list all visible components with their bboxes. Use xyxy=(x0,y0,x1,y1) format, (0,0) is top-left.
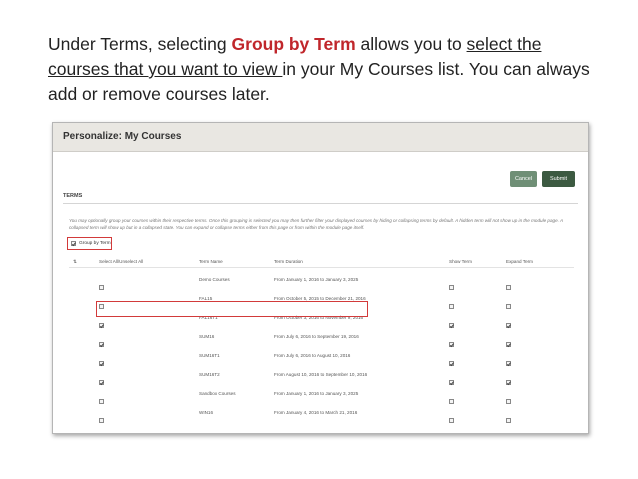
term-name-cell: SUM16T2 xyxy=(199,372,220,377)
group-by-term-highlight: Group by Term xyxy=(67,237,112,250)
term-name-cell: Demo Courses xyxy=(199,277,230,282)
panel-title: Personalize: My Courses xyxy=(63,131,182,142)
terms-description: You may optionally group your courses wi… xyxy=(69,218,563,230)
panel-header: Personalize: My Courses xyxy=(53,123,588,152)
show-term-header: Show Term xyxy=(449,259,472,264)
table-row: SUM16T2 From August 10, 2016 to September… xyxy=(69,366,574,385)
term-name-cell: SUM16 xyxy=(199,334,215,339)
expand-term-header: Expand Term xyxy=(506,259,533,264)
term-name-cell: WIN16 xyxy=(199,410,214,415)
highlighted-row-outline xyxy=(96,301,368,317)
term-name-cell: Sandbox Courses xyxy=(199,391,236,396)
group-by-term-label: Group by Term xyxy=(79,241,111,246)
submit-button[interactable]: Submit xyxy=(542,171,575,187)
caption-pre: Under Terms, selecting xyxy=(48,34,232,54)
term-duration-cell: From January 1, 2016 to January 3, 2025 xyxy=(274,391,359,396)
terms-table-header: ⇅ Select All/Unselect All Term Name Term… xyxy=(69,257,574,268)
select-all-header[interactable]: Select All/Unselect All xyxy=(99,259,143,264)
caption-mid: allows you to xyxy=(355,34,467,54)
personalize-screenshot: Personalize: My Courses Cancel Submit TE… xyxy=(52,122,589,434)
group-by-term-checkbox[interactable] xyxy=(71,241,76,246)
term-duration-header: Term Duration xyxy=(274,259,303,264)
terms-section-label: TERMS xyxy=(63,193,83,199)
term-duration-cell: From January 4, 2016 to March 21, 2016 xyxy=(274,410,358,415)
caption-highlight: Group by Term xyxy=(231,34,356,54)
table-row: SUM16 From July 6, 2016 to September 19, … xyxy=(69,328,574,347)
table-row: Demo Courses From January 1, 2016 to Janu… xyxy=(69,271,574,290)
sort-icon[interactable]: ⇅ xyxy=(73,259,77,265)
select-term-checkbox[interactable] xyxy=(99,418,104,423)
section-divider xyxy=(63,203,578,204)
term-duration-cell: From July 6, 2016 to August 10, 2016 xyxy=(274,353,351,358)
expand-term-checkbox[interactable] xyxy=(506,418,511,423)
show-term-checkbox[interactable] xyxy=(449,418,454,423)
table-row: WIN16 From January 4, 2016 to March 21, 2… xyxy=(69,404,574,423)
term-duration-cell: From July 6, 2016 to September 19, 2016 xyxy=(274,334,359,339)
term-name-cell: SUM16T1 xyxy=(199,353,220,358)
cancel-button[interactable]: Cancel xyxy=(510,171,537,187)
slide-caption: Under Terms, selecting Group by Term all… xyxy=(48,32,593,107)
term-duration-cell: From January 1, 2016 to January 3, 2025 xyxy=(274,277,359,282)
table-row: Sandbox Courses From January 1, 2016 to J… xyxy=(69,385,574,404)
table-row: SUM16T1 From July 6, 2016 to August 10, 2… xyxy=(69,347,574,366)
term-name-header: Term Name xyxy=(199,259,223,264)
term-duration-cell: From August 10, 2016 to September 10, 20… xyxy=(274,372,368,377)
